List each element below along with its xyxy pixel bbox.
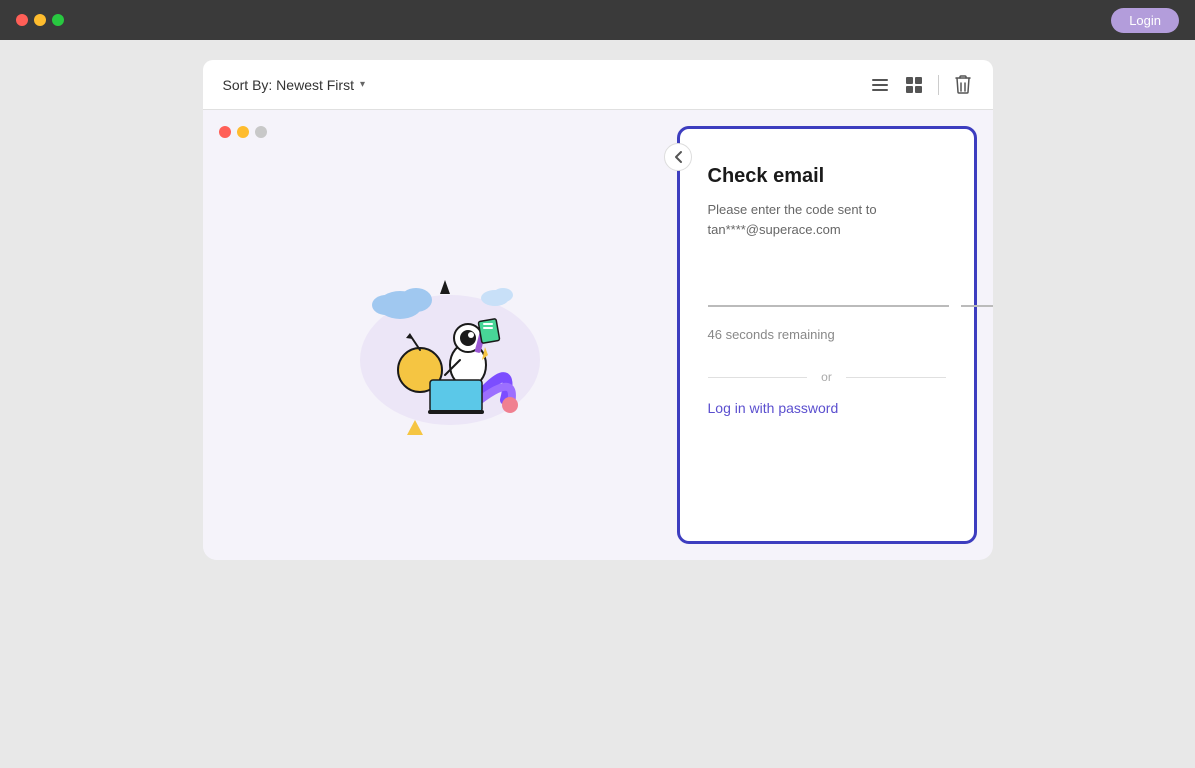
modal-minimize-dot[interactable] xyxy=(237,126,249,138)
grid-view-button[interactable] xyxy=(904,75,924,95)
window-controls xyxy=(16,14,64,26)
check-email-title: Check email xyxy=(708,165,946,188)
illustration-panel xyxy=(203,110,677,560)
trash-icon xyxy=(953,74,973,96)
sort-by-label: Sort By: Newest First xyxy=(223,77,354,93)
fullscreen-window-dot[interactable] xyxy=(52,14,64,26)
grid-view-icon xyxy=(904,75,924,95)
back-arrow-icon xyxy=(673,150,683,164)
check-email-subtitle: Please enter the code sent to tan****@su… xyxy=(708,200,946,239)
modal-window: Check email Please enter the code sent t… xyxy=(203,110,993,560)
sort-by-button[interactable]: Sort By: Newest First ▾ xyxy=(223,77,366,93)
log-in-password-button[interactable]: Log in with password xyxy=(708,400,946,416)
or-divider: or xyxy=(708,370,946,384)
otp-field-1[interactable] xyxy=(708,267,949,307)
toolbar-right xyxy=(870,74,973,96)
otp-field-2[interactable] xyxy=(961,267,993,307)
or-line-left xyxy=(708,377,808,378)
timer-text: 46 seconds remaining xyxy=(708,327,946,342)
or-text: or xyxy=(817,370,836,384)
toolbar: Sort By: Newest First ▾ xyxy=(203,60,993,110)
illustration xyxy=(320,250,560,450)
close-window-dot[interactable] xyxy=(16,14,28,26)
or-line-right xyxy=(846,377,946,378)
list-view-icon xyxy=(870,75,890,95)
title-bar: Login xyxy=(0,0,1195,40)
modal-close-dot[interactable] xyxy=(219,126,231,138)
check-email-panel: Check email Please enter the code sent t… xyxy=(677,126,977,544)
modal-fullscreen-dot[interactable] xyxy=(255,126,267,138)
main-area: Sort By: Newest First ▾ xyxy=(0,40,1195,768)
minimize-window-dot[interactable] xyxy=(34,14,46,26)
delete-button[interactable] xyxy=(953,74,973,96)
chevron-down-icon: ▾ xyxy=(360,79,365,90)
modal-window-controls xyxy=(219,126,267,138)
list-view-button[interactable] xyxy=(870,75,890,95)
back-button[interactable] xyxy=(664,143,692,171)
login-button[interactable]: Login xyxy=(1111,8,1179,33)
otp-container xyxy=(708,267,946,307)
toolbar-divider xyxy=(938,75,939,95)
